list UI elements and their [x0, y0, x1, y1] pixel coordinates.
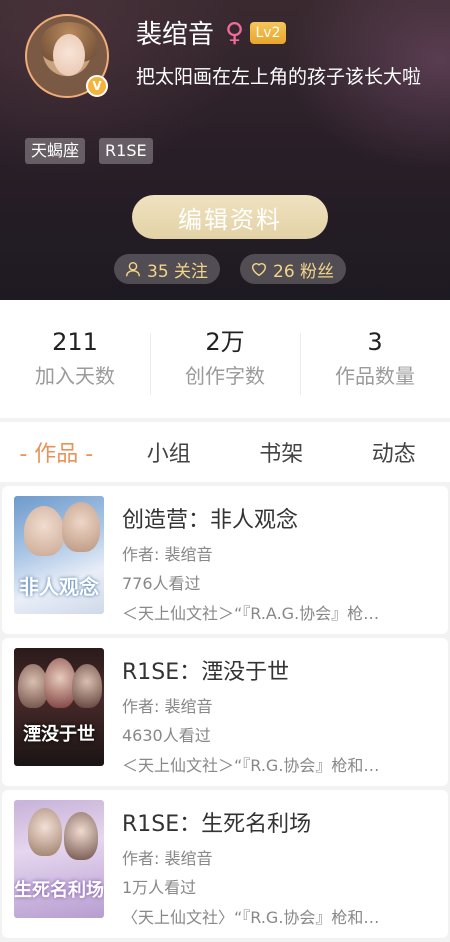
- username: 裴绾音: [136, 18, 214, 52]
- verified-badge-icon: V: [86, 75, 108, 97]
- level-badge: Lv2: [250, 22, 286, 44]
- cover-figure: [64, 812, 98, 860]
- tab-activity[interactable]: 动态: [338, 436, 450, 468]
- work-card[interactable]: 非人观念 创造营：非人观念 作者: 裴绾音 776人看过 ＜天上仙文社＞“『R.…: [2, 486, 448, 634]
- edit-profile-button[interactable]: 编辑资料: [132, 195, 328, 239]
- cover-title: 生死名利场: [14, 876, 104, 902]
- stat-label: 创作字数: [150, 359, 300, 393]
- work-card[interactable]: 湮没于世 R1SE：湮没于世 作者: 裴绾音 4630人看过 ＜天上仙文社＞“『…: [2, 638, 448, 786]
- female-gender-icon: ♀: [225, 16, 244, 50]
- book-cover[interactable]: 非人观念: [14, 496, 104, 614]
- fans-button[interactable]: 26 粉丝: [240, 254, 346, 284]
- tag-zodiac[interactable]: 天蝎座: [25, 138, 85, 164]
- work-views: 4630人看过: [122, 724, 211, 748]
- work-views: 1万人看过: [122, 876, 196, 900]
- work-title: 创造营：非人观念: [122, 504, 298, 538]
- work-author: 作者: 裴绾音: [122, 695, 212, 719]
- cover-title: 非人观念: [14, 571, 104, 600]
- tab-bookshelf[interactable]: 书架: [225, 436, 338, 468]
- tag-group[interactable]: R1SE: [99, 138, 153, 164]
- stat-label: 作品数量: [300, 359, 450, 393]
- tab-works[interactable]: - 作品 -: [0, 436, 113, 468]
- profile-tabs: - 作品 - 小组 书架 动态: [0, 422, 450, 482]
- following-count: 35 关注: [147, 257, 208, 282]
- stat-label: 加入天数: [0, 359, 150, 393]
- cover-figure: [28, 808, 62, 856]
- work-tagline: ＜天上仙文社＞“『R.A.G.协会』枪…: [122, 602, 442, 626]
- work-author: 作者: 裴绾音: [122, 543, 212, 567]
- following-button[interactable]: 35 关注: [114, 254, 220, 284]
- profile-bio: 把太阳画在左上角的孩子该长大啦: [136, 64, 446, 91]
- stat-value: 2万: [150, 325, 300, 359]
- work-author: 作者: 裴绾音: [122, 847, 212, 871]
- stat-value: 211: [0, 325, 150, 359]
- user-icon: [124, 260, 142, 278]
- work-title: R1SE：生死名利场: [122, 808, 311, 842]
- cover-title: 湮没于世: [14, 720, 104, 746]
- work-views: 776人看过: [122, 572, 201, 596]
- profile-stats: 211 加入天数 2万 创作字数 3 作品数量: [0, 300, 450, 418]
- work-title: R1SE：湮没于世: [122, 656, 289, 690]
- work-card[interactable]: 生死名利场 R1SE：生死名利场 作者: 裴绾音 1万人看过 〈天上仙文社〉“『…: [2, 790, 448, 938]
- stat-word-count: 2万 创作字数: [150, 325, 300, 393]
- profile-tags: 天蝎座 R1SE: [25, 138, 153, 164]
- work-tagline: 〈天上仙文社〉“『R.G.协会』枪和…: [122, 906, 442, 930]
- cover-figure: [72, 664, 102, 708]
- stat-works-count: 3 作品数量: [300, 325, 450, 393]
- cover-figure: [62, 502, 100, 552]
- works-list: 非人观念 创造营：非人观念 作者: 裴绾音 776人看过 ＜天上仙文社＞“『R.…: [0, 486, 450, 942]
- work-tagline: ＜天上仙文社＞“『R.G.协会』枪和…: [122, 754, 442, 778]
- profile-header: V 裴绾音 ♀ Lv2 把太阳画在左上角的孩子该长大啦 天蝎座 R1SE 编辑资…: [0, 0, 450, 300]
- fans-count: 26 粉丝: [273, 257, 334, 282]
- heart-icon: [250, 260, 268, 278]
- stat-join-days: 211 加入天数: [0, 325, 150, 393]
- book-cover[interactable]: 湮没于世: [14, 648, 104, 766]
- avatar-face: [53, 34, 85, 76]
- stat-value: 3: [300, 325, 450, 359]
- cover-figure: [24, 506, 64, 556]
- tab-groups[interactable]: 小组: [113, 436, 226, 468]
- book-cover[interactable]: 生死名利场: [14, 800, 104, 918]
